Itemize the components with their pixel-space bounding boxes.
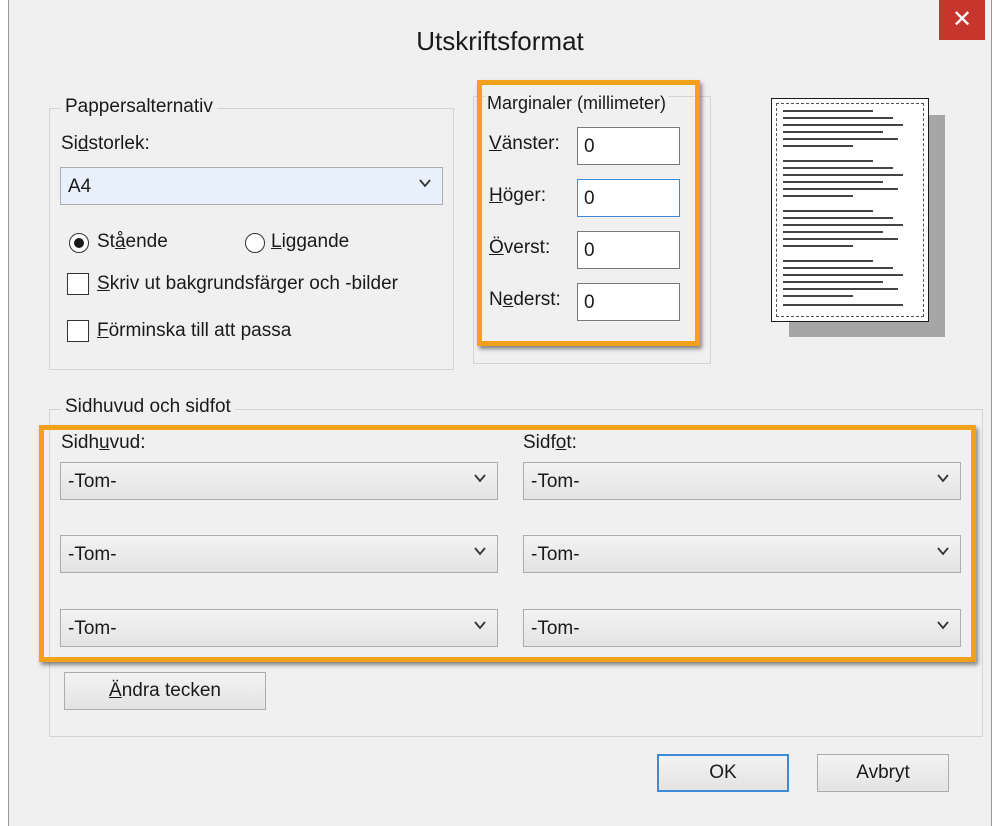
change-font-button[interactable]: Ändra tecken (64, 672, 266, 710)
landscape-label[interactable]: Liggande (271, 231, 349, 253)
close-button[interactable]: ✕ (939, 0, 985, 40)
page-preview (771, 98, 929, 322)
print-background-label[interactable]: Skriv ut bakgrundsfärger och -bilder (97, 273, 398, 295)
header-footer-legend: Sidhuvud och sidfot (61, 396, 235, 418)
page-setup-dialog: Utskriftsformat ✕ Pappersalternativ Sids… (8, 0, 992, 826)
chevron-down-icon (419, 179, 431, 188)
landscape-radio[interactable] (245, 233, 265, 253)
portrait-radio[interactable] (69, 233, 89, 253)
ok-button[interactable]: OK (657, 754, 789, 792)
shrink-to-fit-label[interactable]: Förminska till att passa (97, 320, 291, 342)
title-bar: Utskriftsformat (9, 0, 991, 58)
margins-highlight (477, 80, 700, 346)
shrink-to-fit-checkbox[interactable] (67, 320, 89, 342)
header-footer-highlight (39, 425, 976, 662)
close-icon: ✕ (951, 6, 973, 33)
paper-size-value: A4 (68, 176, 92, 197)
dialog-title: Utskriftsformat (416, 26, 584, 56)
paper-options-legend: Pappersalternativ (61, 96, 217, 118)
preview-content (776, 103, 924, 317)
paper-size-label: Sidstorlek: (61, 133, 150, 154)
cancel-button[interactable]: Avbryt (817, 754, 949, 792)
print-background-checkbox[interactable] (67, 273, 89, 295)
paper-size-select[interactable]: A4 (60, 167, 443, 205)
portrait-label[interactable]: Stående (97, 231, 168, 253)
